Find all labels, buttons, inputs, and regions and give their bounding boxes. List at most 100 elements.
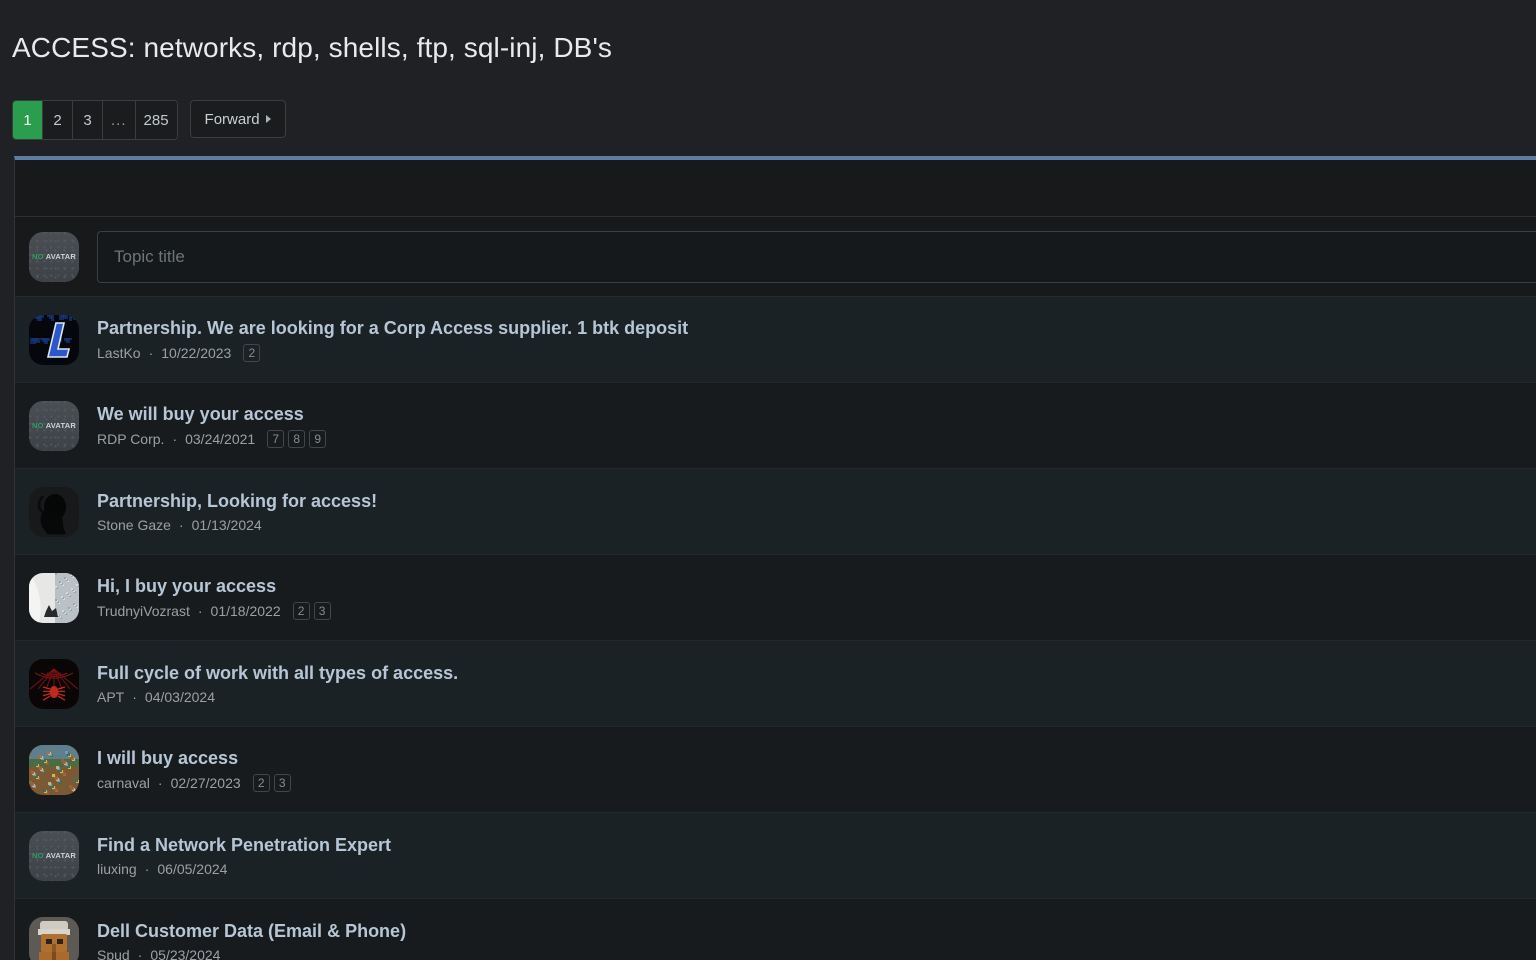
topic-date: 04/03/2024 <box>144 688 215 705</box>
red-spider-web-icon <box>29 658 79 709</box>
topic-page-badge[interactable]: 3 <box>273 773 291 792</box>
topic-page-badges: 23 <box>292 601 331 620</box>
list-header-strip <box>15 160 1536 218</box>
table-row[interactable]: Partnership. We are looking for a Corp A… <box>15 297 1536 384</box>
topic-date: 06/05/2024 <box>157 860 228 877</box>
page-title: ACCESS: networks, rdp, shells, ftp, sql-… <box>12 31 612 63</box>
topic-row-body: Partnership, Looking for access! Stone Ga… <box>97 491 377 533</box>
pagination-page-3[interactable]: 3 <box>73 101 103 140</box>
topic-author[interactable]: APT <box>97 689 124 705</box>
no-avatar-label-avatar: AVATAR <box>45 252 76 262</box>
caret-right-icon <box>265 115 271 124</box>
topic-list-panel: NO AVATAR Partnership. We are looking fo… <box>14 156 1536 960</box>
topic-title-link[interactable]: Find a Network Penetration Expert <box>97 835 391 856</box>
topic-author[interactable]: liuxing <box>97 861 137 877</box>
topic-meta: carnaval · 02/27/2023 2 3 <box>97 773 291 792</box>
pixel-art-character-brown-icon <box>29 916 79 960</box>
topic-date: 03/24/2021 <box>185 430 256 447</box>
pagination-pages: 1 2 3... 285 <box>12 100 178 141</box>
table-row[interactable]: Partnership, Looking for access! Stone Ga… <box>15 469 1536 556</box>
avatar <box>29 486 79 537</box>
pagination-ellipsis[interactable]: ... <box>103 101 136 140</box>
avatar <box>29 916 79 960</box>
topic-row-body: Find a Network Penetration Expert liuxing… <box>97 835 391 877</box>
table-row[interactable]: NO AVATAR Find a Network Penetration Expe… <box>15 813 1536 900</box>
topic-author[interactable]: Stone Gaze <box>97 517 171 533</box>
topic-author[interactable]: TrudnyiVozrast <box>97 603 190 619</box>
pagination-page-1[interactable]: 1 <box>13 101 43 140</box>
pagination-page-2[interactable]: 2 <box>43 101 73 140</box>
meta-separator: · <box>137 946 143 960</box>
topic-row-body: We will buy your access RDP Corp. · 03/24/2… <box>97 404 327 448</box>
topic-author[interactable]: Spud <box>97 947 130 960</box>
topic-author[interactable]: carnaval <box>97 775 150 791</box>
meta-separator: · <box>148 344 154 361</box>
topic-title-link[interactable]: We will buy your access <box>97 404 326 425</box>
table-row[interactable]: I will buy access carnaval · 02/27/2023 2 3 <box>15 727 1536 814</box>
avatar: NO AVATAR <box>29 400 79 451</box>
table-row[interactable]: Dell Customer Data (Email & Phone) Spud · 0… <box>15 899 1536 960</box>
topic-title-link[interactable]: Partnership. We are looking for a Corp A… <box>97 318 688 339</box>
table-row[interactable]: Full cycle of work with all types of acc… <box>15 641 1536 728</box>
topic-author[interactable]: LastKo <box>97 345 141 361</box>
meta-separator: · <box>144 860 150 877</box>
topic-page-badges: 23 <box>252 773 291 792</box>
topic-date: 01/18/2022 <box>210 602 281 619</box>
topic-title-input[interactable] <box>97 230 1536 283</box>
dark-medusa-silhouette-icon <box>29 486 79 537</box>
topic-date: 10/22/2023 <box>161 344 232 361</box>
table-row[interactable]: Hi, I buy your access TrudnyiVozrast · 01/1… <box>15 555 1536 642</box>
no-avatar-label: NO AVATAR <box>32 252 76 261</box>
topic-date: 01/13/2024 <box>191 516 262 533</box>
topic-rows: Partnership. We are looking for a Corp A… <box>15 297 1536 960</box>
meta-separator: · <box>157 774 163 791</box>
meta-separator: · <box>178 516 184 533</box>
topic-page-badge[interactable]: 8 <box>288 429 306 448</box>
topic-title-link[interactable]: Full cycle of work with all types of acc… <box>97 663 458 684</box>
new-topic-row: NO AVATAR <box>15 217 1536 298</box>
pale-figure-photo-icon <box>29 572 79 623</box>
topic-row-body: Full cycle of work with all types of acc… <box>97 663 458 705</box>
topic-meta: LastKo · 10/22/2023 2 <box>97 343 688 362</box>
topic-meta: APT · 04/03/2024 <box>97 689 458 705</box>
pixel-art-scene-icon <box>29 744 79 795</box>
topic-page-badge[interactable]: 2 <box>292 601 310 620</box>
topic-meta: TrudnyiVozrast · 01/18/2022 2 3 <box>97 601 331 620</box>
avatar: NO AVATAR <box>29 830 79 881</box>
topic-page-badge[interactable]: 7 <box>267 429 285 448</box>
avatar <box>29 744 79 795</box>
no-avatar-label-no: NO <box>32 252 44 262</box>
avatar: NO AVATAR <box>29 231 79 282</box>
topic-row-body: Hi, I buy your access TrudnyiVozrast · 01/1… <box>97 576 331 620</box>
meta-separator: · <box>132 688 137 705</box>
topic-title-link[interactable]: I will buy access <box>97 748 291 769</box>
topic-page-badge[interactable]: 3 <box>313 601 331 620</box>
topic-date: 05/23/2024 <box>150 946 221 960</box>
topic-title-link[interactable]: Hi, I buy your access <box>97 576 331 597</box>
pagination-forward-button[interactable]: Forward <box>189 100 286 139</box>
topic-meta: Spud · 05/23/2024 <box>97 947 406 960</box>
avatar <box>29 658 79 709</box>
topic-date: 02/27/2023 <box>170 774 241 791</box>
topic-page-badge[interactable]: 9 <box>309 429 327 448</box>
table-row[interactable]: NO AVATAR We will buy your access RDP Corp… <box>15 383 1536 470</box>
topic-page-badge[interactable]: 2 <box>252 773 270 792</box>
topic-title-link[interactable]: Dell Customer Data (Email & Phone) <box>97 921 406 942</box>
forum-page: ACCESS: networks, rdp, shells, ftp, sql-… <box>0 18 1536 960</box>
meta-separator: · <box>172 430 178 447</box>
topic-meta: Stone Gaze · 01/13/2024 <box>97 517 377 533</box>
topic-author[interactable]: RDP Corp. <box>97 431 164 447</box>
pagination: 1 2 3... 285 Forward <box>0 82 1536 141</box>
pagination-page-285[interactable]: 285 <box>135 101 177 140</box>
topic-row-body: I will buy access carnaval · 02/27/2023 2 3 <box>97 748 291 792</box>
topic-page-badges: 789 <box>267 429 327 448</box>
avatar <box>29 314 79 365</box>
topic-title-link[interactable]: Partnership, Looking for access! <box>97 491 377 512</box>
topic-page-badge[interactable]: 2 <box>243 343 261 362</box>
logo-letter-l-blue-icon <box>29 314 79 365</box>
topic-page-badges: 2 <box>243 343 261 362</box>
topic-row-body: Dell Customer Data (Email & Phone) Spud · 0… <box>97 921 406 960</box>
pagination-forward-label: Forward <box>204 110 260 128</box>
topic-meta: liuxing · 06/05/2024 <box>97 861 391 877</box>
avatar <box>29 572 79 623</box>
